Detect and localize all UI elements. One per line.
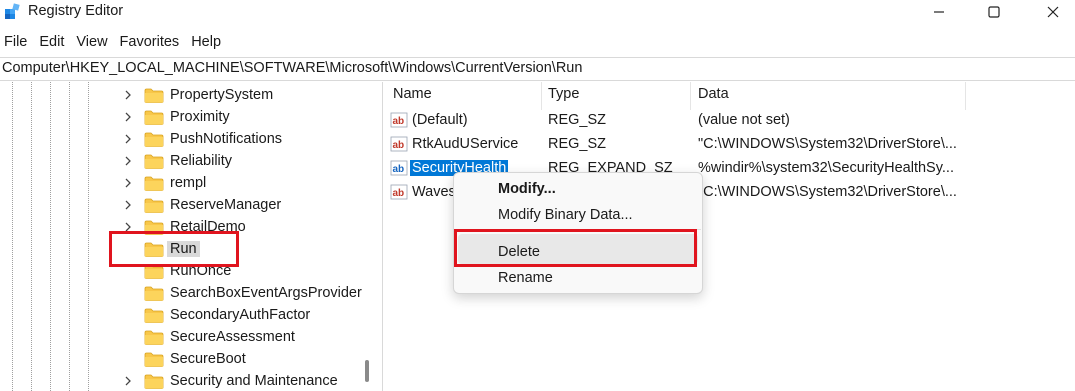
registry-editor-app-icon [5,3,20,19]
maximize-button[interactable] [969,0,1019,24]
folder-icon [144,308,164,323]
value-data: "C:\WINDOWS\System32\DriverStore\... [698,136,957,152]
tree-item-label: rempl [170,175,207,191]
column-header-type[interactable]: Type [548,86,579,102]
value-row[interactable]: ab (Default) REG_SZ (value not set) [383,110,1073,132]
tree-item-label: SecondaryAuthFactor [170,307,311,323]
tree-item[interactable]: Security and Maintenance [122,370,338,391]
column-header-name[interactable]: Name [393,86,432,102]
tree-item-label: PropertySystem [170,87,274,103]
string-value-icon: ab [390,135,408,153]
menu-favorites[interactable]: Favorites [116,32,188,52]
value-row[interactable]: ab RtkAudUService REG_SZ "C:\WINDOWS\System… [383,134,1073,156]
tree-guide-line [12,82,13,391]
folder-icon [144,176,164,191]
column-separator[interactable] [965,82,966,110]
tree-item[interactable]: SecondaryAuthFactor [122,304,310,326]
tree-item-label: Proximity [170,109,230,125]
chevron-right-icon[interactable] [122,89,134,101]
maximize-icon [988,6,1000,18]
title-bar: Registry Editor [0,0,1075,26]
minimize-icon [934,11,944,13]
address-bar[interactable]: Computer\HKEY_LOCAL_MACHINE\SOFTWARE\Mic… [0,57,1075,81]
tree-item[interactable]: Proximity [122,106,230,128]
tree-item[interactable]: SecureAssessment [122,326,295,348]
context-item-modify-binary[interactable]: Modify Binary Data... [498,207,633,223]
column-separator[interactable] [690,82,691,110]
folder-icon [144,154,164,169]
value-name: Waves [412,184,456,200]
folder-icon [144,286,164,301]
chevron-right-icon[interactable] [122,199,134,211]
close-icon [1047,6,1059,18]
column-header-data[interactable]: Data [698,86,729,102]
svg-text:ab: ab [393,164,405,175]
tree-item[interactable]: PushNotifications [122,128,282,150]
tree-item[interactable]: SecureBoot [122,348,246,370]
value-data: (value not set) [698,112,790,128]
chevron-right-icon[interactable] [122,177,134,189]
value-data: %windir%\system32\SecurityHealthSy... [698,160,954,176]
tree-guide-line [50,82,51,391]
column-separator[interactable] [541,82,542,110]
tree-item-label: SearchBoxEventArgsProvider [170,285,362,301]
folder-icon [144,132,164,147]
menu-help[interactable]: Help [187,32,229,52]
tree-item[interactable]: ReserveManager [122,194,281,216]
value-data: "C:\WINDOWS\System32\DriverStore\... [698,184,957,200]
chevron-right-icon[interactable] [122,375,134,387]
chevron-right-icon[interactable] [122,133,134,145]
chevron-right-icon[interactable] [122,111,134,123]
chevron-right-icon[interactable] [122,155,134,167]
tree-item[interactable]: SearchBoxEventArgsProvider [122,282,362,304]
tree-item[interactable]: rempl [122,172,206,194]
context-item-rename[interactable]: Rename [498,270,553,286]
run-key-highlight-box [109,231,239,267]
window-title: Registry Editor [28,3,124,19]
tree-guide-line [88,82,89,391]
menu-edit[interactable]: Edit [35,32,72,52]
folder-icon [144,374,164,389]
folder-icon [144,110,164,125]
value-name: RtkAudUService [412,136,519,152]
svg-text:ab: ab [393,188,405,199]
svg-text:ab: ab [393,140,405,151]
tree-scrollbar-thumb[interactable] [365,360,369,382]
tree-item-label: Security and Maintenance [170,373,338,389]
delete-highlight-box [454,229,697,267]
svg-text:ab: ab [393,116,405,127]
string-value-icon: ab [390,111,408,129]
string-value-icon: ab [390,183,408,201]
folder-icon [144,198,164,213]
tree-item[interactable]: Reliability [122,150,232,172]
string-value-icon: ab [390,159,408,177]
tree-item-label: ReserveManager [170,197,282,213]
address-path[interactable]: Computer\HKEY_LOCAL_MACHINE\SOFTWARE\Mic… [2,60,582,76]
tree-item-label: PushNotifications [170,131,283,147]
context-item-modify[interactable]: Modify... [498,181,556,197]
folder-icon [144,88,164,103]
value-type: REG_SZ [548,136,607,152]
menu-view[interactable]: View [72,32,115,52]
tree-guide-line [69,82,70,391]
close-button[interactable] [1028,0,1075,24]
tree-item-label: SecureBoot [170,351,246,367]
tree-item[interactable]: PropertySystem [122,84,273,106]
folder-icon [144,352,164,367]
tree-item-label: SecureAssessment [170,329,295,345]
menu-bar: File Edit View Favorites Help [0,32,229,52]
menu-file[interactable]: File [0,32,35,52]
tree-item-label: Reliability [170,153,233,169]
minimize-button[interactable] [914,0,964,24]
tree-guide-line [31,82,32,391]
folder-icon [144,330,164,345]
value-type: REG_SZ [548,112,607,128]
value-name: (Default) [412,112,468,128]
